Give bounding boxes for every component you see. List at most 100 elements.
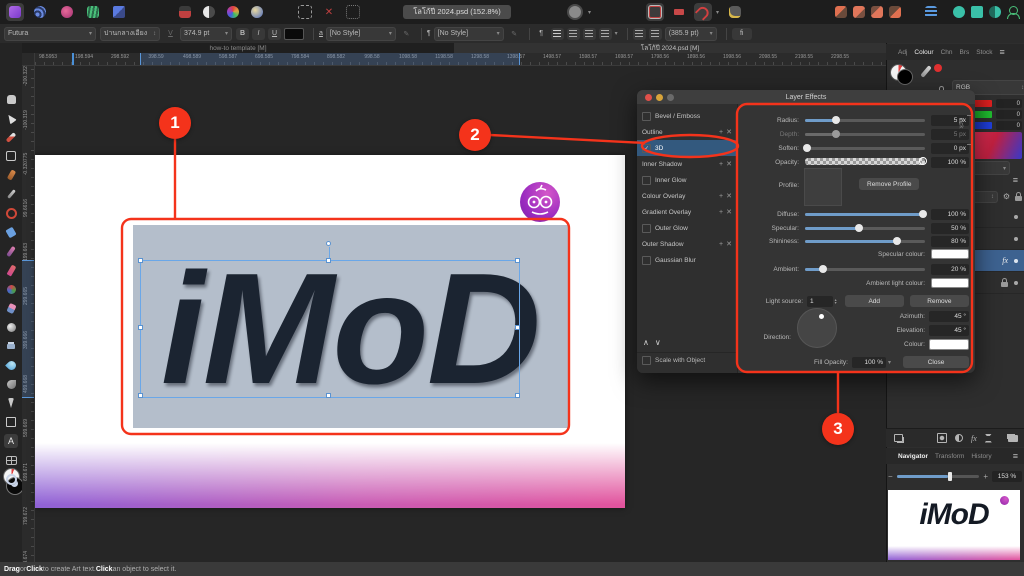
assistant-icon[interactable]	[726, 3, 744, 21]
effect-row-outline[interactable]: Outline+✕	[637, 124, 737, 140]
close-button[interactable]: Close	[903, 356, 969, 368]
font-colour-swatch[interactable]	[284, 28, 304, 40]
elevation-value[interactable]: 45 °	[929, 325, 969, 336]
document-tab-active[interactable]: โลโก้ปี 2024.psd [M]	[454, 43, 886, 53]
liquify-persona-icon[interactable]	[31, 3, 49, 21]
colour-format-chevron-icon[interactable]: ▾	[588, 9, 591, 16]
auto-levels-icon[interactable]	[176, 3, 194, 21]
underline-button[interactable]: U	[268, 28, 281, 40]
add-effect-instance-icon[interactable]: +	[719, 241, 723, 248]
snapping-chevron-icon[interactable]: ▾	[716, 9, 719, 16]
layer-effects-icon[interactable]: fx	[971, 433, 977, 443]
alignment-icon[interactable]	[922, 3, 940, 21]
remove-effect-instance-icon[interactable]: ✕	[726, 160, 732, 168]
effect-row-bevel-emboss[interactable]: Bevel / Emboss	[637, 108, 737, 124]
selection-handle-s[interactable]	[326, 393, 331, 398]
tab-adjustment[interactable]: Adj	[898, 49, 907, 56]
align-justify-button[interactable]	[599, 28, 612, 40]
node-tool-icon[interactable]	[4, 225, 18, 239]
boolean-subtract-icon[interactable]	[968, 3, 986, 21]
layers-menu-icon[interactable]: ≡	[1013, 176, 1018, 185]
fill-opacity-value[interactable]: 100 %	[852, 357, 886, 368]
ambient-light-colour-swatch[interactable]	[931, 278, 969, 288]
smudge-tool-icon[interactable]	[4, 377, 18, 391]
selection-brush-tool-icon[interactable]	[4, 168, 18, 182]
auto-colour-icon[interactable]	[224, 3, 242, 21]
transform-origin-icon[interactable]	[646, 3, 664, 21]
flood-select-tool-icon[interactable]	[4, 187, 18, 201]
effect-checkbox[interactable]	[642, 112, 651, 121]
selection-handle-nw[interactable]	[138, 258, 143, 263]
move-forward-icon[interactable]	[850, 3, 868, 21]
shininess-slider[interactable]	[805, 240, 925, 243]
numbered-list-button[interactable]	[649, 28, 662, 40]
paint-brush-tool-icon[interactable]	[4, 263, 18, 277]
paragraph-style-select[interactable]: [No Style]▾	[434, 27, 504, 41]
tab-navigator[interactable]: Navigator	[898, 453, 928, 460]
zoom-traffic-light[interactable]	[667, 94, 674, 101]
soften-slider-knob[interactable]	[803, 144, 811, 152]
radius-slider-knob[interactable]	[832, 116, 840, 124]
ambient-slider[interactable]	[805, 268, 925, 271]
dialog-titlebar[interactable]: Layer Effects	[637, 90, 975, 104]
light-colour-swatch[interactable]	[929, 339, 969, 350]
rotation-handle[interactable]	[326, 241, 331, 246]
mask-layer-icon[interactable]	[937, 433, 947, 443]
remove-effect-instance-icon[interactable]: ✕	[726, 208, 732, 216]
add-effect-instance-icon[interactable]: +	[719, 209, 723, 216]
azimuth-value[interactable]: 45 °	[929, 311, 969, 322]
move-effect-up-icon[interactable]: ∧	[643, 338, 655, 347]
effect-checkbox[interactable]	[642, 224, 651, 233]
boolean-add-icon[interactable]	[950, 3, 968, 21]
scale-with-object-row[interactable]: Scale with Object	[642, 356, 737, 365]
light-source-stepper[interactable]: ▴▾	[835, 298, 837, 304]
dodge-tool-icon[interactable]	[4, 320, 18, 334]
minimize-traffic-light[interactable]	[656, 94, 663, 101]
move-to-back-icon[interactable]	[886, 3, 904, 21]
effect-row-gradient-overlay[interactable]: Gradient Overlay+✕	[637, 204, 737, 220]
visibility-dot-icon[interactable]	[1014, 215, 1018, 219]
view-tool-icon[interactable]	[4, 92, 18, 106]
chevron-down-icon[interactable]: ▾	[888, 359, 891, 366]
layer-settings-gear-icon[interactable]: ⚙	[1003, 193, 1010, 201]
crop-tool-icon[interactable]	[4, 149, 18, 163]
leading-select[interactable]: (385.9 pt)▾	[665, 27, 717, 41]
specular-slider-knob[interactable]	[855, 224, 863, 232]
update-paragraph-style-icon[interactable]: ✎	[508, 28, 521, 40]
zoom-in-icon[interactable]: +	[983, 472, 988, 481]
visibility-dot-icon[interactable]	[1014, 237, 1018, 241]
align-centre-button[interactable]	[567, 28, 580, 40]
italic-button[interactable]: I	[252, 28, 265, 40]
auto-white-balance-icon[interactable]	[248, 3, 266, 21]
boolean-intersect-icon[interactable]	[986, 3, 1004, 21]
marquee-icon[interactable]	[296, 3, 314, 21]
tab-history[interactable]: History	[971, 453, 991, 460]
eyedropper-icon[interactable]	[920, 65, 931, 78]
ambient-value[interactable]: 20 %	[931, 264, 969, 275]
alignment-chevron-icon[interactable]: ▾	[615, 30, 618, 37]
effect-row-gaussian-blur[interactable]: Gaussian Blur	[637, 252, 737, 268]
font-family-select[interactable]: Futura▾	[4, 27, 96, 41]
colour-format-icon[interactable]	[566, 3, 584, 21]
effect-row-colour-overlay[interactable]: Colour Overlay+✕	[637, 188, 737, 204]
align-right-button[interactable]	[583, 28, 596, 40]
update-character-style-icon[interactable]: ✎	[400, 28, 413, 40]
profile-thumbnail[interactable]	[804, 168, 842, 206]
text-tool-icon[interactable]: A	[4, 434, 18, 448]
zoom-out-icon[interactable]: −	[888, 472, 893, 481]
effect-row-outer-glow[interactable]: Outer Glow	[637, 220, 737, 236]
selection-handle-n[interactable]	[326, 258, 331, 263]
font-style-select[interactable]: ปานกลางเอียง↕	[100, 27, 160, 41]
specular-value[interactable]: 50 %	[931, 223, 969, 234]
remove-effect-instance-icon[interactable]: ✕	[726, 240, 732, 248]
align-left-button[interactable]	[551, 28, 564, 40]
tone-mapping-persona-icon[interactable]	[84, 3, 102, 21]
develop-persona-icon[interactable]	[58, 3, 76, 21]
remove-effect-instance-icon[interactable]: ✕	[726, 128, 732, 136]
snapping-icon[interactable]	[694, 3, 712, 21]
blur-tool-icon[interactable]	[4, 358, 18, 372]
diffuse-value[interactable]: 100 %	[931, 209, 969, 220]
green-value[interactable]: 0	[996, 110, 1022, 119]
specular-slider[interactable]	[805, 227, 925, 230]
pen-tool-icon[interactable]	[4, 396, 18, 410]
